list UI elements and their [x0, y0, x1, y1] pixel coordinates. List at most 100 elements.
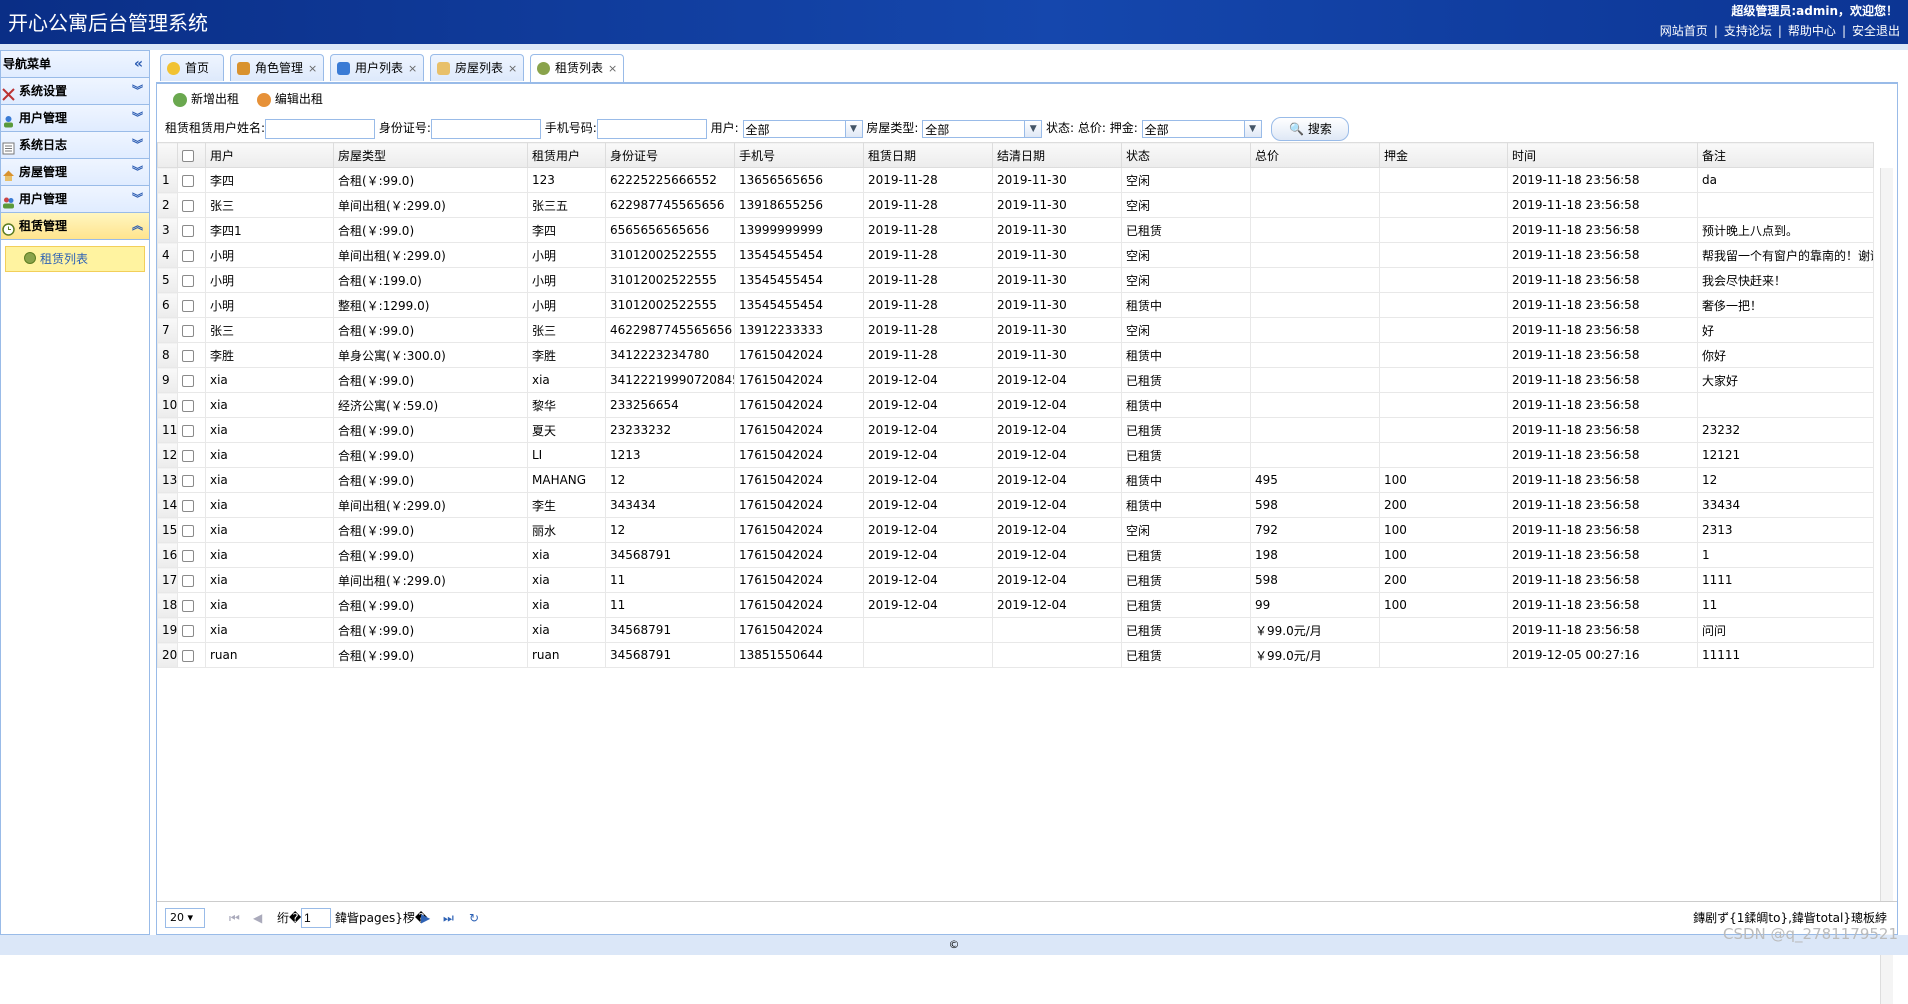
- row-checkbox[interactable]: [177, 217, 206, 243]
- column-header[interactable]: 结清日期: [992, 142, 1122, 168]
- last-page-icon[interactable]: ⏭: [443, 902, 454, 934]
- sidebar-item-user-management-2[interactable]: 用户管理 ︾: [1, 186, 149, 213]
- table-row[interactable]: 2 张三 单间出租(￥:299.0) 张三五 622987745565656 139186…: [157, 192, 1874, 218]
- table-row[interactable]: 9 xia 合租(￥:99.0) xia 341222199907208452 17615…: [157, 367, 1874, 393]
- refresh-icon[interactable]: ↻: [469, 902, 479, 934]
- link-site-home[interactable]: 网站首页: [1660, 24, 1708, 38]
- table-row[interactable]: 5 小明 合租(￥:199.0) 小明 31012002522555 1354545545…: [157, 267, 1874, 293]
- next-page-icon[interactable]: ▶: [421, 902, 430, 934]
- table-row[interactable]: 17 xia 单间出租(￥:299.0) xia 11 17615042024 2019-1…: [157, 567, 1874, 593]
- tab-role-management[interactable]: 角色管理 ×: [230, 54, 324, 81]
- link-logout[interactable]: 安全退出: [1852, 24, 1900, 38]
- column-header[interactable]: 租赁用户: [527, 142, 606, 168]
- table-row[interactable]: 20 ruan 合租(￥:99.0) ruan 34568791 13851550644 已…: [157, 642, 1874, 668]
- table-row[interactable]: 1 李四 合租(￥:99.0) 123 62225225666552 1365656565…: [157, 167, 1874, 193]
- row-checkbox[interactable]: [177, 267, 206, 293]
- sidebar-item-system-settings[interactable]: 系统设置 ︾: [1, 78, 149, 105]
- id-number-input[interactable]: [430, 118, 541, 139]
- name-input[interactable]: [265, 118, 376, 139]
- table-row[interactable]: 4 小明 单间出租(￥:299.0) 小明 31012002522555 13545455…: [157, 242, 1874, 268]
- user-select[interactable]: 全部 ▼: [742, 119, 863, 138]
- column-header[interactable]: 手机号: [734, 142, 864, 168]
- close-icon[interactable]: ×: [408, 62, 417, 75]
- status-select[interactable]: 全部 ▼: [1141, 119, 1262, 138]
- sidebar-item-rental-management[interactable]: 租赁管理 ︽: [1, 213, 149, 240]
- sidebar-item-system-log[interactable]: 系统日志 ︾: [1, 132, 149, 159]
- table-row[interactable]: 7 张三 合租(￥:99.0) 张三 4622987745565656 139122333…: [157, 317, 1874, 343]
- row-checkbox[interactable]: [177, 517, 206, 543]
- column-header[interactable]: 总价: [1250, 142, 1380, 168]
- row-checkbox[interactable]: [177, 242, 206, 268]
- tab-home[interactable]: 首页: [160, 54, 224, 81]
- row-checkbox[interactable]: [177, 467, 206, 493]
- close-icon[interactable]: ×: [508, 62, 517, 75]
- tab-rental-list[interactable]: 租赁列表 ×: [530, 54, 624, 82]
- row-checkbox[interactable]: [177, 392, 206, 418]
- column-header[interactable]: 用户: [205, 142, 334, 168]
- table-row[interactable]: 6 小明 整租(￥:1299.0) 小明 31012002522555 135454554…: [157, 292, 1874, 318]
- page-number-input[interactable]: [301, 908, 331, 928]
- house-type-select[interactable]: 全部 ▼: [922, 119, 1043, 138]
- table-row[interactable]: 8 李胜 单身公寓(￥:300.0) 李胜 3412223234780 176150420…: [157, 342, 1874, 368]
- row-checkbox[interactable]: [177, 367, 206, 393]
- table-row[interactable]: 12 xia 合租(￥:99.0) LI 1213 17615042024 2019-12-…: [157, 442, 1874, 468]
- column-header[interactable]: 备注: [1697, 142, 1874, 168]
- row-checkbox[interactable]: [177, 617, 206, 643]
- row-checkbox[interactable]: [177, 542, 206, 568]
- sidebar-subitem-rental-list[interactable]: 租赁列表: [5, 246, 145, 272]
- column-header[interactable]: 状态: [1121, 142, 1251, 168]
- table-body: 1 李四 合租(￥:99.0) 123 62225225666552 1365656565…: [157, 167, 1874, 668]
- table-cell: 2019-11-30: [992, 192, 1122, 218]
- row-checkbox[interactable]: [177, 192, 206, 218]
- row-checkbox[interactable]: [177, 567, 206, 593]
- row-checkbox[interactable]: [177, 317, 206, 343]
- row-checkbox[interactable]: [177, 642, 206, 668]
- table-row[interactable]: 16 xia 合租(￥:99.0) xia 34568791 17615042024 201…: [157, 542, 1874, 568]
- table-row[interactable]: 14 xia 单间出租(￥:299.0) 李生 343434 17615042024 201…: [157, 492, 1874, 518]
- prev-page-icon[interactable]: ◀: [253, 902, 262, 934]
- column-header[interactable]: 租赁日期: [863, 142, 993, 168]
- tab-house-list[interactable]: 房屋列表 ×: [430, 54, 524, 81]
- link-help-center[interactable]: 帮助中心: [1788, 24, 1836, 38]
- column-header[interactable]: 房屋类型: [333, 142, 528, 168]
- table-row[interactable]: 15 xia 合租(￥:99.0) 丽水 12 17615042024 2019-12-04…: [157, 517, 1874, 543]
- table-cell: 34568791: [605, 542, 735, 568]
- table-row[interactable]: 13 xia 合租(￥:99.0) MAHANG 12 17615042024 2019-1…: [157, 467, 1874, 493]
- table-cell: 2019-11-18 23:56:58: [1507, 192, 1698, 218]
- table-cell: 17615042024: [734, 392, 864, 418]
- close-icon[interactable]: ×: [608, 62, 617, 75]
- row-checkbox[interactable]: [177, 292, 206, 318]
- table-row[interactable]: 3 李四1 合租(￥:99.0) 李四 6565656565656 13999999999…: [157, 217, 1874, 243]
- row-checkbox[interactable]: [177, 167, 206, 193]
- close-icon[interactable]: ×: [308, 62, 317, 75]
- sidebar-item-user-management[interactable]: 用户管理 ︾: [1, 105, 149, 132]
- row-checkbox[interactable]: [177, 442, 206, 468]
- add-rental-button[interactable]: 新增出租: [173, 92, 239, 107]
- page-size-select[interactable]: 20 ▾: [165, 908, 205, 928]
- search-button[interactable]: 🔍 搜索: [1271, 116, 1350, 141]
- row-checkbox[interactable]: [177, 592, 206, 618]
- phone-input[interactable]: [596, 118, 707, 139]
- row-checkbox[interactable]: [177, 492, 206, 518]
- table-cell: 2019-12-04: [992, 517, 1122, 543]
- edit-rental-button[interactable]: 编辑出租: [256, 92, 323, 107]
- table-row[interactable]: 10 xia 经济公寓(￥:59.0) 黎华 233256654 17615042024 2…: [157, 392, 1874, 418]
- row-checkbox[interactable]: [177, 342, 206, 368]
- link-support-forum[interactable]: 支持论坛: [1724, 24, 1772, 38]
- row-checkbox[interactable]: [177, 417, 206, 443]
- table-cell: [1379, 367, 1508, 393]
- table-cell: 大家好: [1697, 367, 1874, 393]
- select-all-checkbox[interactable]: [177, 142, 206, 168]
- vertical-scrollbar[interactable]: [1880, 168, 1893, 1004]
- first-page-icon[interactable]: ⏮: [229, 902, 240, 934]
- sidebar-item-house-management[interactable]: 房屋管理 ︾: [1, 159, 149, 186]
- tab-user-list[interactable]: 用户列表 ×: [330, 54, 424, 81]
- column-header[interactable]: 身份证号: [605, 142, 735, 168]
- column-header[interactable]: 押金: [1379, 142, 1508, 168]
- collapse-icon[interactable]: «: [134, 51, 143, 77]
- table-row[interactable]: 11 xia 合租(￥:99.0) 夏天 23233232 17615042024 2019…: [157, 417, 1874, 443]
- table-cell: 495: [1250, 467, 1380, 493]
- table-row[interactable]: 19 xia 合租(￥:99.0) xia 34568791 17615042024 已租赁…: [157, 617, 1874, 643]
- table-row[interactable]: 18 xia 合租(￥:99.0) xia 11 17615042024 2019-12-0…: [157, 592, 1874, 618]
- column-header[interactable]: 时间: [1507, 142, 1698, 168]
